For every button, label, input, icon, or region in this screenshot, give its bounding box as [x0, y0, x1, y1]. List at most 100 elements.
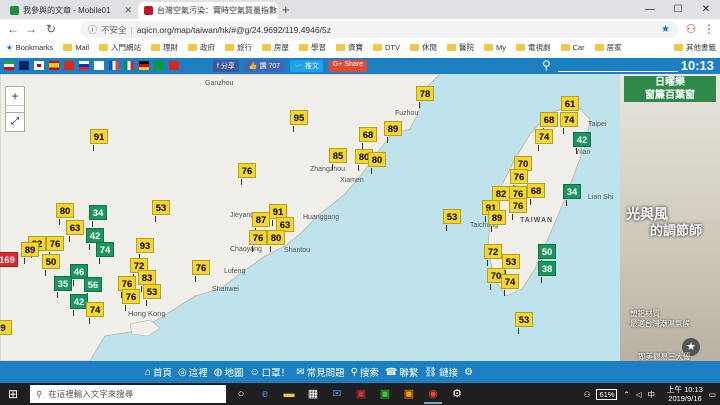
forward-arrow-icon[interactable]: →	[24, 22, 38, 36]
aqi-station-pin[interactable]: 89	[488, 210, 506, 232]
mail-icon[interactable]: ✉	[328, 386, 346, 402]
aqi-station-pin[interactable]: 42	[86, 228, 104, 250]
aqi-station-pin[interactable]: 85	[329, 148, 347, 170]
bookmark-folder[interactable]: My	[484, 43, 506, 52]
bookmark-folder[interactable]: 房屋	[262, 42, 289, 53]
app-icon[interactable]: ▣	[400, 386, 418, 402]
aqi-map[interactable]: + − ⤢ Ganzhou Fuzhou Zhangzhou Xiamen Hu…	[0, 74, 620, 361]
aqi-station-pin[interactable]: 53	[152, 200, 170, 222]
aqi-station-pin[interactable]: 93	[136, 238, 154, 260]
language-flag-icon[interactable]	[94, 61, 104, 70]
edge-icon[interactable]: e	[256, 386, 274, 402]
bookmark-folder[interactable]: 電視劇	[516, 42, 551, 53]
bookmark-folder[interactable]: 理財	[151, 42, 178, 53]
aqi-station-pin[interactable]: 74	[535, 129, 553, 151]
bookmark-folder[interactable]: 旅行	[225, 42, 252, 53]
nav-home[interactable]: ⌂ 首頁	[145, 365, 172, 380]
language-flag-icon[interactable]	[79, 61, 89, 70]
profile-icon[interactable]: ⚇	[684, 22, 698, 36]
volume-icon[interactable]: ◁	[636, 390, 642, 399]
aqi-station-pin[interactable]: 87	[252, 212, 270, 234]
zoom-in-button[interactable]: +	[6, 87, 24, 106]
aqi-station-pin[interactable]: 50	[538, 244, 556, 266]
bookmark-item[interactable]: ★ Bookmarks	[6, 43, 53, 52]
gplus-share-button[interactable]: G+ Share	[328, 60, 368, 72]
aqi-station-pin[interactable]: 56	[84, 277, 102, 299]
aqi-station-pin[interactable]: 68	[540, 112, 558, 134]
url-text[interactable]: aqicn.org/map/taiwan/hk/#@g/24.9692/119.…	[137, 25, 331, 35]
aqi-station-pin[interactable]: 91	[90, 129, 108, 151]
nav-settings[interactable]: ⚙	[464, 367, 475, 378]
aqi-station-pin[interactable]: 61	[561, 96, 579, 118]
bookmark-folder[interactable]: 居家	[594, 42, 622, 53]
minimize-button[interactable]: —	[636, 0, 664, 19]
task-view-icon[interactable]: ○	[232, 386, 250, 402]
file-explorer-icon[interactable]: ▬	[280, 386, 298, 402]
aqi-station-pin[interactable]: 76	[509, 198, 527, 220]
aqi-station-pin[interactable]: 74	[501, 274, 519, 296]
aqi-station-pin[interactable]: 63	[66, 220, 84, 242]
chrome-icon[interactable]: ◉	[424, 386, 442, 404]
aqi-station-pin[interactable]: 80	[368, 152, 386, 174]
language-flag-icon[interactable]	[169, 61, 179, 70]
maximize-button[interactable]: ☐	[664, 0, 692, 19]
other-bookmarks[interactable]: 其他書籤	[674, 42, 716, 53]
close-tab-icon[interactable]: ✕	[277, 5, 278, 16]
aqi-station-pin[interactable]: 68	[359, 127, 377, 149]
bookmark-folder[interactable]: 政府	[188, 42, 215, 53]
search-icon[interactable]: ⚲	[542, 58, 551, 72]
nav-faq[interactable]: ✉ 常見問題	[296, 365, 344, 380]
language-flag-icon[interactable]	[64, 61, 74, 70]
language-flag-icon[interactable]	[139, 61, 149, 70]
bookmark-folder[interactable]: 資寶	[336, 42, 363, 53]
nav-mask[interactable]: ☺ 口罩！	[249, 365, 290, 380]
fullscreen-icon[interactable]: ⤢	[5, 112, 25, 132]
aqi-station-pin[interactable]: 95	[290, 110, 308, 132]
aqi-station-pin[interactable]: 169	[0, 252, 18, 267]
new-tab-button[interactable]: +	[282, 2, 290, 17]
facebook-share-button[interactable]: f 分享	[213, 60, 239, 72]
aqi-station-pin[interactable]: 89	[21, 242, 39, 264]
input-method-icon[interactable]: 中	[648, 389, 656, 400]
advertisement-banner[interactable]: 日曜樂 窗簾百葉窗 光與風 的調節師 塑鋁材質 最適台灣潮濕氣候 ★ 即美觀易三…	[620, 74, 720, 361]
settings-icon[interactable]: ⚙	[448, 386, 466, 402]
aqi-station-pin[interactable]: 78	[416, 86, 434, 108]
facebook-like-button[interactable]: 👍 讚 707	[244, 60, 285, 72]
aqi-station-pin[interactable]: 83	[138, 270, 156, 292]
close-tab-icon[interactable]: ✕	[120, 5, 132, 16]
aqi-station-pin[interactable]: 35	[54, 276, 72, 298]
nav-here[interactable]: ◎ 這裡	[178, 365, 208, 380]
bookmark-folder[interactable]: Car	[560, 43, 585, 52]
nav-map[interactable]: ◍ 地圖	[214, 365, 244, 380]
language-flag-icon[interactable]	[124, 61, 134, 70]
tweet-button[interactable]: 🐦 推文	[290, 60, 323, 72]
language-flag-icon[interactable]	[109, 61, 119, 70]
aqi-station-pin[interactable]: 72	[484, 244, 502, 266]
show-hidden-icon[interactable]: ⌃	[623, 390, 629, 399]
nav-contact[interactable]: ☎ 聯繫	[385, 365, 418, 380]
aqi-station-pin[interactable]: 80	[267, 230, 285, 252]
info-icon[interactable]: ⓘ	[88, 23, 97, 36]
tab-aqicn[interactable]: 台灣空氣污染：實時空氣質量指數 ✕	[138, 2, 278, 19]
city-search-input[interactable]	[558, 61, 678, 72]
aqi-station-pin[interactable]: 76	[122, 289, 140, 311]
aqi-station-pin[interactable]: 80	[56, 203, 74, 225]
aqi-station-pin[interactable]: 74	[560, 112, 578, 134]
bookmark-folder[interactable]: 入門網站	[99, 42, 141, 53]
aqi-station-pin[interactable]: 34	[89, 205, 107, 227]
nav-search[interactable]: ⚲ 搜索	[351, 365, 379, 380]
aqi-station-pin[interactable]: 53	[443, 209, 461, 231]
battery-indicator[interactable]: 61%	[596, 388, 618, 400]
aqi-station-pin[interactable]: 76	[238, 163, 256, 185]
language-flag-icon[interactable]	[49, 61, 59, 70]
aqi-station-pin[interactable]: 38	[538, 261, 556, 283]
language-flag-icon[interactable]	[154, 61, 164, 70]
language-flag-icon[interactable]	[19, 61, 29, 70]
tab-mobile01[interactable]: 我參與的文章 - Mobile01 ✕	[4, 2, 138, 19]
back-arrow-icon[interactable]: ←	[6, 22, 20, 36]
aqi-station-pin[interactable]: 76	[510, 169, 528, 191]
language-flag-icon[interactable]	[34, 61, 44, 70]
people-icon[interactable]: ⚇	[584, 390, 591, 399]
aqi-station-pin[interactable]: 53	[502, 254, 520, 276]
aqi-station-pin[interactable]: 53	[515, 312, 533, 334]
